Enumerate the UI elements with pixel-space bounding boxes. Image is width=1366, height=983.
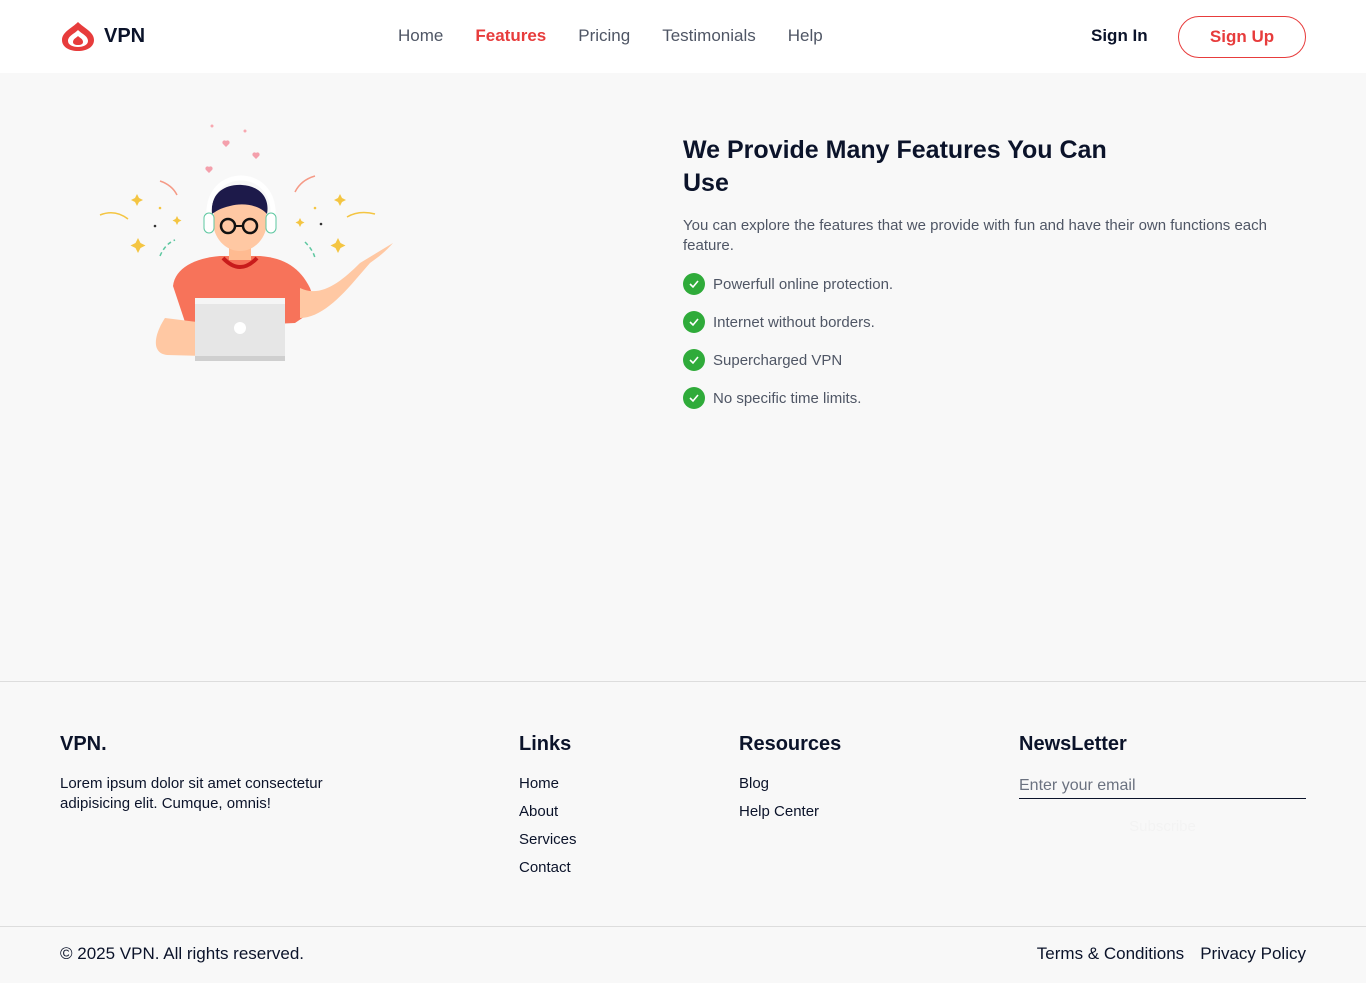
- newsletter-email-input[interactable]: [1019, 774, 1306, 799]
- feature-item: Internet without borders.: [683, 310, 893, 334]
- bottom-divider: [0, 926, 1366, 927]
- feature-text: No specific time limits.: [713, 389, 862, 407]
- check-circle-icon: [683, 311, 705, 333]
- footer-resources-title: Resources: [739, 733, 842, 755]
- footer-link-home[interactable]: Home: [519, 774, 577, 802]
- feature-list: Powerfull online protection. Internet wi…: [683, 272, 893, 424]
- subscribe-button[interactable]: Subscribe: [1019, 814, 1306, 838]
- footer-resources-list: Blog Help Center: [739, 774, 819, 830]
- feature-item: Powerfull online protection.: [683, 272, 893, 296]
- check-circle-icon: [683, 387, 705, 409]
- feature-text: Supercharged VPN: [713, 351, 843, 369]
- features-description: You can explore the features that we pro…: [683, 217, 1267, 254]
- nav-pricing[interactable]: Pricing: [578, 26, 630, 46]
- terms-link[interactable]: Terms & Conditions: [1037, 944, 1184, 964]
- nav-testimonials[interactable]: Testimonials: [662, 26, 756, 46]
- site-header: VPN Home Features Pricing Testimonials H…: [0, 0, 1366, 73]
- brand-logo[interactable]: VPN: [60, 20, 145, 52]
- footer-link-about[interactable]: About: [519, 802, 577, 830]
- footer-link-services[interactable]: Services: [519, 830, 577, 858]
- check-circle-icon: [683, 349, 705, 371]
- person-with-laptop-illustration: [99, 124, 393, 361]
- sign-up-button[interactable]: Sign Up: [1178, 16, 1306, 58]
- features-title: We Provide Many Features You Can Use: [683, 136, 1107, 197]
- main-nav: Home Features Pricing Testimonials Help: [398, 26, 855, 46]
- feature-item: No specific time limits.: [683, 386, 893, 410]
- footer-link-blog[interactable]: Blog: [739, 774, 819, 802]
- feature-text: Powerfull online protection.: [713, 275, 894, 293]
- copyright-text: © 2025 VPN. All rights reserved.: [60, 944, 305, 963]
- privacy-link[interactable]: Privacy Policy: [1200, 944, 1306, 964]
- nav-home[interactable]: Home: [398, 26, 443, 46]
- footer-newsletter-title: NewsLetter: [1019, 733, 1127, 755]
- footer-link-help-center[interactable]: Help Center: [739, 802, 819, 830]
- vpn-logo-icon: [62, 22, 94, 51]
- footer-divider: [0, 681, 1366, 682]
- footer-brand-description: Lorem ipsum dolor sit amet consectetur a…: [60, 775, 323, 812]
- feature-text: Internet without borders.: [713, 313, 875, 331]
- footer-links-list: Home About Services Contact: [519, 774, 577, 886]
- footer-link-contact[interactable]: Contact: [519, 858, 577, 886]
- nav-features[interactable]: Features: [475, 26, 546, 46]
- brand-name: VPN: [104, 24, 146, 47]
- feature-item: Supercharged VPN: [683, 348, 893, 372]
- footer-brand: VPN.: [60, 733, 107, 755]
- footer-links-title: Links: [519, 733, 572, 755]
- sign-in-link[interactable]: Sign In: [1091, 26, 1148, 46]
- check-circle-icon: [683, 273, 705, 295]
- nav-help[interactable]: Help: [788, 26, 823, 46]
- legal-links: Terms & Conditions Privacy Policy: [1037, 944, 1306, 964]
